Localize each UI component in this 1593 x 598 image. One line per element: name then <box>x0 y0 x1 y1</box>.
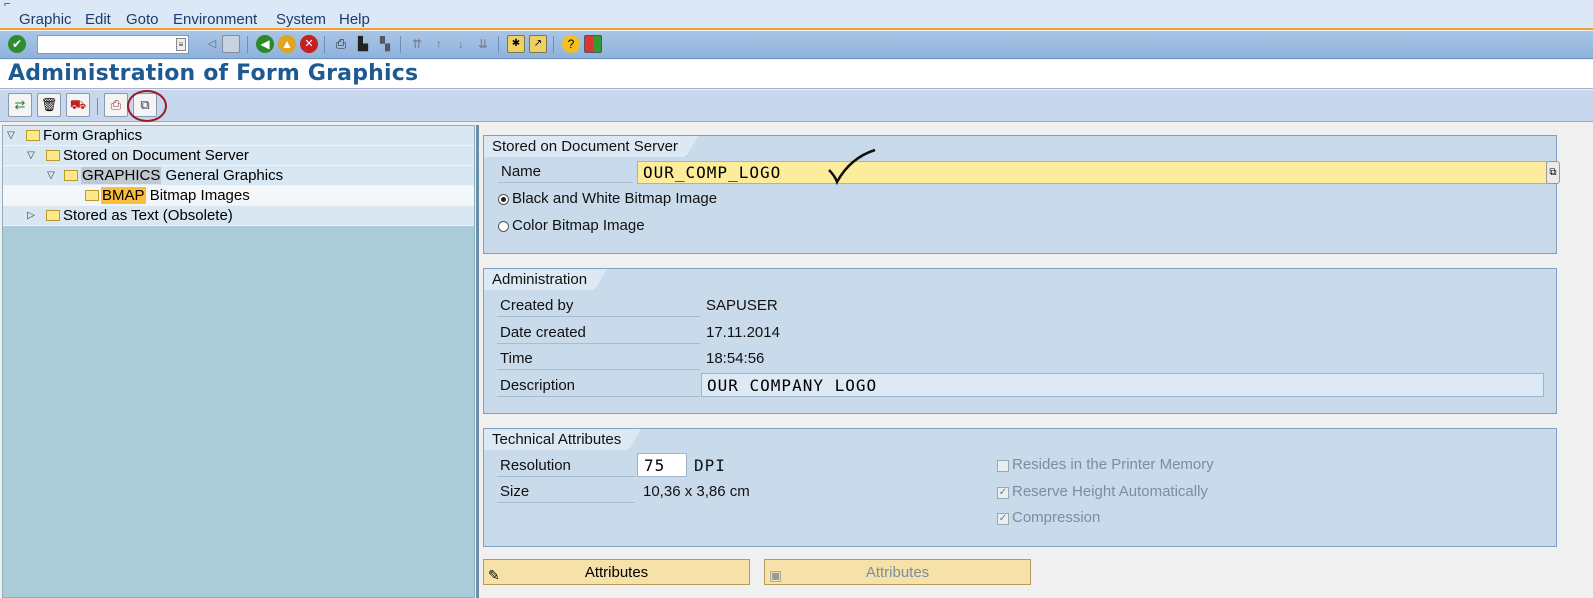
delete-icon[interactable]: 🗑 <box>37 93 61 117</box>
resolution-field[interactable]: 75 <box>637 453 687 477</box>
collapsed-triangle-icon[interactable]: ▷ <box>26 210 36 221</box>
menu-environment[interactable]: Environment <box>173 11 257 29</box>
group-title: Administration <box>484 269 608 290</box>
printer-memory-label: Resides in the Printer Memory <box>1012 456 1214 473</box>
resolution-unit: DPI <box>694 456 726 475</box>
enter-check-icon[interactable]: ✔ <box>8 35 26 53</box>
title-bar: Administration of Form Graphics <box>0 60 1593 89</box>
shortcut-icon[interactable]: ↗ <box>529 35 547 53</box>
attributes-display-button: ▣ Attributes <box>764 559 1031 585</box>
menu-graphic[interactable]: Graphic <box>19 11 72 29</box>
color-bitmap-label: Color Bitmap Image <box>512 217 645 234</box>
new-session-icon[interactable]: ✱ <box>507 35 525 53</box>
save-icon: ▣ <box>769 567 783 583</box>
previous-page-icon: ↑ <box>436 37 442 51</box>
standard-toolbar: ✔ ≡ ◁ ◀ ▲ ✕ ⎙ ▙ ▚ ⇈ ↑ ↓ ⇊ ✱ ↗ ? <box>0 31 1593 59</box>
resolution-label: Resolution <box>497 455 635 477</box>
reserve-height-label: Reserve Height Automatically <box>1012 483 1208 500</box>
checkmark-annotation <box>828 148 876 186</box>
next-page-icon: ↓ <box>458 37 464 51</box>
tree-node-document-server[interactable]: ▽ Stored on Document Server <box>3 146 474 166</box>
page-title: Administration of Form Graphics <box>8 61 419 86</box>
value-help-icon[interactable]: ⧉ <box>1546 161 1560 184</box>
folder-icon <box>46 150 60 161</box>
name-label: Name <box>498 161 633 183</box>
annotation-circle <box>127 90 167 122</box>
tree-node-graphics[interactable]: ▽ GRAPHICS General Graphics <box>3 166 474 186</box>
color-bitmap-radio[interactable] <box>498 221 509 232</box>
command-field[interactable]: ≡ <box>37 35 189 54</box>
created-by-value: SAPUSER <box>706 297 778 314</box>
first-page-icon: ⇈ <box>411 37 423 51</box>
group-title: Technical Attributes <box>484 429 642 450</box>
tree-node-stored-as-text[interactable]: ▷ Stored as Text (Obsolete) <box>3 206 474 226</box>
back-arrow-icon: ◁ <box>207 38 217 50</box>
size-value: 10,36 x 3,86 cm <box>643 483 750 500</box>
print-icon[interactable]: ⎙ <box>332 35 350 53</box>
open-folder-icon <box>64 170 78 181</box>
time-label: Time <box>497 348 700 370</box>
expanded-triangle-icon[interactable]: ▽ <box>6 130 16 141</box>
expanded-triangle-icon[interactable]: ▽ <box>26 150 36 161</box>
compression-label: Compression <box>1012 509 1101 526</box>
reserve-height-checkbox: ✓ <box>997 487 1009 499</box>
date-created-label: Date created <box>497 322 700 344</box>
folder-icon <box>46 210 60 221</box>
compression-checkbox: ✓ <box>997 513 1009 525</box>
help-icon[interactable]: ? <box>562 35 580 53</box>
exit-icon[interactable]: ▲ <box>278 35 296 53</box>
save-icon <box>222 35 240 53</box>
time-value: 18:54:56 <box>706 350 765 367</box>
folder-icon <box>85 190 99 201</box>
printer-memory-checkbox <box>997 460 1009 472</box>
pencil-icon: ✎ <box>488 567 500 583</box>
bw-bitmap-label: Black and White Bitmap Image <box>512 190 718 207</box>
group-title: Stored on Document Server <box>484 136 698 157</box>
folder-icon <box>26 130 40 141</box>
size-label: Size <box>497 481 635 503</box>
menu-bar: ⌐ Graphic Edit Goto Environment System H… <box>0 0 1593 30</box>
menu-system[interactable]: System <box>276 11 326 29</box>
tree-node-form-graphics[interactable]: ▽ Form Graphics <box>3 126 474 146</box>
command-history-icon[interactable]: ≡ <box>176 38 186 51</box>
last-page-icon: ⇊ <box>477 37 489 51</box>
created-by-label: Created by <box>497 295 700 317</box>
name-field[interactable]: OUR_COMP_LOGO <box>637 161 1547 184</box>
tree-node-bmap[interactable]: BMAP Bitmap Images <box>3 186 474 206</box>
back-icon[interactable]: ◀ <box>256 35 274 53</box>
find-next-icon[interactable]: ▚ <box>376 35 394 53</box>
sap-menu-icon[interactable]: ⌐ <box>4 0 18 10</box>
description-label: Description <box>497 375 700 397</box>
date-created-value: 17.11.2014 <box>706 324 780 341</box>
menu-goto[interactable]: Goto <box>126 11 159 29</box>
menu-edit[interactable]: Edit <box>85 11 111 29</box>
transport-icon[interactable]: ⛟ <box>66 93 90 117</box>
description-field[interactable]: OUR COMPANY LOGO <box>701 373 1544 397</box>
print-preview-icon[interactable]: ⎙ <box>104 93 128 117</box>
attributes-edit-button[interactable]: ✎ Attributes <box>483 559 750 585</box>
graphics-tree: ▽ Form Graphics ▽ Stored on Document Ser… <box>2 125 475 598</box>
find-icon[interactable]: ▙ <box>354 35 372 53</box>
expanded-triangle-icon[interactable]: ▽ <box>46 170 56 181</box>
application-toolbar: ⇄ 🗑 ⛟ ⎙ ⧉ <box>0 90 1593 122</box>
layout-menu-icon[interactable] <box>584 35 602 53</box>
cancel-icon[interactable]: ✕ <box>300 35 318 53</box>
menu-help[interactable]: Help <box>339 11 370 29</box>
bw-bitmap-radio[interactable] <box>498 194 509 205</box>
import-icon[interactable]: ⇄ <box>8 93 32 117</box>
